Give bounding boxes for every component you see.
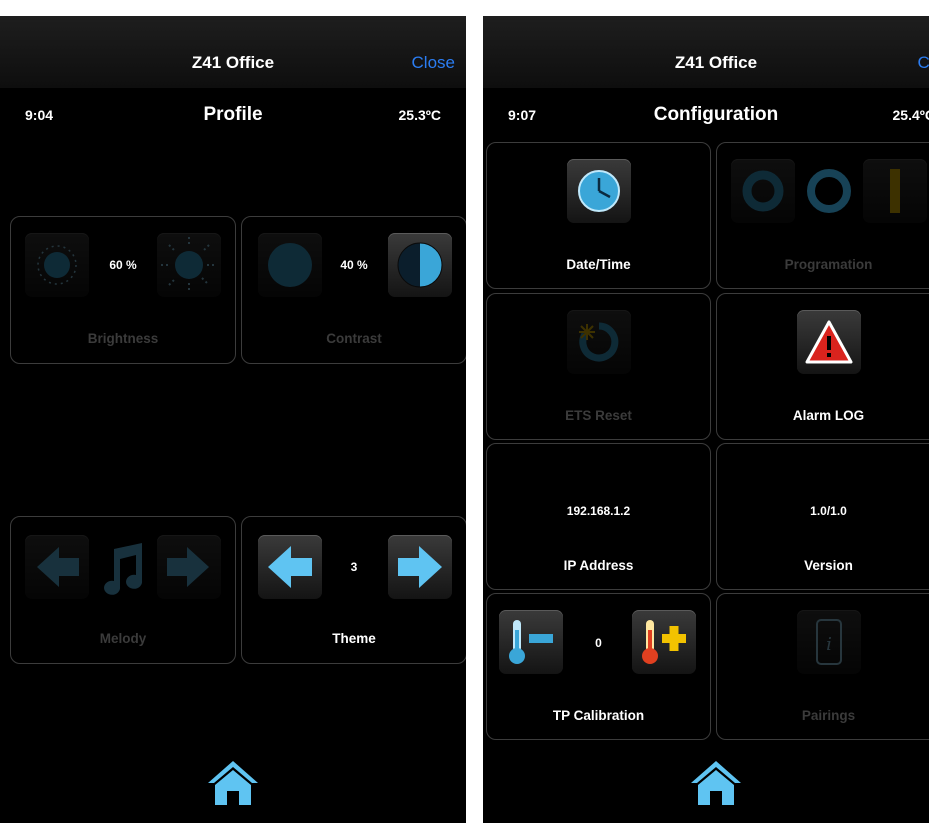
ring-icon xyxy=(807,169,851,213)
sun-large-icon xyxy=(161,237,217,293)
datetime-tile[interactable]: Date/Time xyxy=(486,142,711,289)
pairings-button: i xyxy=(797,610,861,674)
clock-button xyxy=(567,159,631,223)
arrow-right-icon xyxy=(167,547,209,587)
ip-address-value: 192.168.1.2 xyxy=(566,504,631,518)
datetime-label: Date/Time xyxy=(566,257,631,272)
pairings-tile: i Pairings xyxy=(716,593,929,740)
melody-note-icon xyxy=(92,535,156,599)
contrast-half-icon xyxy=(397,242,443,288)
close-button[interactable]: Close xyxy=(412,53,455,73)
close-button[interactable]: Close xyxy=(918,53,929,73)
nav-bar: Z41 Office Close xyxy=(0,16,466,88)
brightness-label: Brightness xyxy=(87,331,159,346)
svg-text:i: i xyxy=(826,634,832,655)
home-icon xyxy=(691,761,741,805)
music-note-icon xyxy=(104,543,143,595)
pairings-label: Pairings xyxy=(801,708,856,723)
reset-icon xyxy=(579,322,619,362)
ets-reset-tile: ETS Reset xyxy=(486,293,711,440)
profile-screen: Z41 Office Close 9:04 Profile 25.3ºC 60 … xyxy=(0,16,466,823)
clock-icon xyxy=(578,170,620,212)
nav-bar: Z41 Office Close xyxy=(483,16,929,88)
tp-plus-button[interactable] xyxy=(632,610,696,674)
version-value: 1.0/1.0 xyxy=(810,504,847,518)
program-on-indicator xyxy=(863,159,927,223)
home-icon xyxy=(208,761,258,805)
page-title: Configuration xyxy=(653,104,779,125)
version-label: Version xyxy=(804,558,853,573)
program-ring-indicator xyxy=(797,159,861,223)
ip-address-label: IP Address xyxy=(563,558,634,573)
brightness-up-button[interactable] xyxy=(157,233,221,297)
phone-info-icon: i xyxy=(816,619,842,665)
ets-reset-label: ETS Reset xyxy=(565,408,632,423)
alarm-log-label: Alarm LOG xyxy=(792,408,865,423)
melody-prev-button[interactable] xyxy=(25,535,89,599)
ring-icon xyxy=(742,170,784,212)
alarm-button xyxy=(797,310,861,374)
warning-icon xyxy=(805,320,853,364)
arrow-right-icon xyxy=(398,546,442,588)
theme-label: Theme xyxy=(332,631,376,646)
programation-tile: Programation xyxy=(716,142,929,289)
contrast-label: Contrast xyxy=(326,331,382,346)
theme-next-button[interactable] xyxy=(388,535,452,599)
alarm-log-tile[interactable]: Alarm LOG xyxy=(716,293,929,440)
nav-title: Z41 Office xyxy=(191,53,275,72)
melody-tile: Melody xyxy=(10,516,236,664)
brightness-tile: 60 % Brightness xyxy=(10,216,236,364)
ets-reset-button xyxy=(567,310,631,374)
bar-icon xyxy=(890,169,900,213)
configuration-screen: Z41 Office Close 9:07 Configuration 25.4… xyxy=(483,16,929,823)
ip-address-tile: 192.168.1.2 IP Address xyxy=(486,443,711,590)
contrast-up-button[interactable] xyxy=(388,233,452,297)
program-off-indicator xyxy=(731,159,795,223)
thermometer-plus-icon xyxy=(642,620,686,664)
programation-label: Programation xyxy=(784,257,873,272)
nav-title: Z41 Office xyxy=(674,53,758,72)
version-tile: 1.0/1.0 Version xyxy=(716,443,929,590)
theme-tile: 3 Theme xyxy=(241,516,466,664)
tp-calibration-tile: 0 TP Calibration xyxy=(486,593,711,740)
temperature-readout: 25.4ºC xyxy=(892,107,929,123)
tp-calibration-label: TP Calibration xyxy=(552,708,645,723)
melody-label: Melody xyxy=(99,631,147,646)
arrow-left-icon xyxy=(37,547,79,587)
home-button[interactable] xyxy=(689,758,743,806)
contrast-tile: 40 % Contrast xyxy=(241,216,466,364)
temperature-readout: 25.3ºC xyxy=(398,107,441,123)
home-button[interactable] xyxy=(206,758,260,806)
melody-next-button[interactable] xyxy=(157,535,221,599)
page-title: Profile xyxy=(203,104,263,125)
